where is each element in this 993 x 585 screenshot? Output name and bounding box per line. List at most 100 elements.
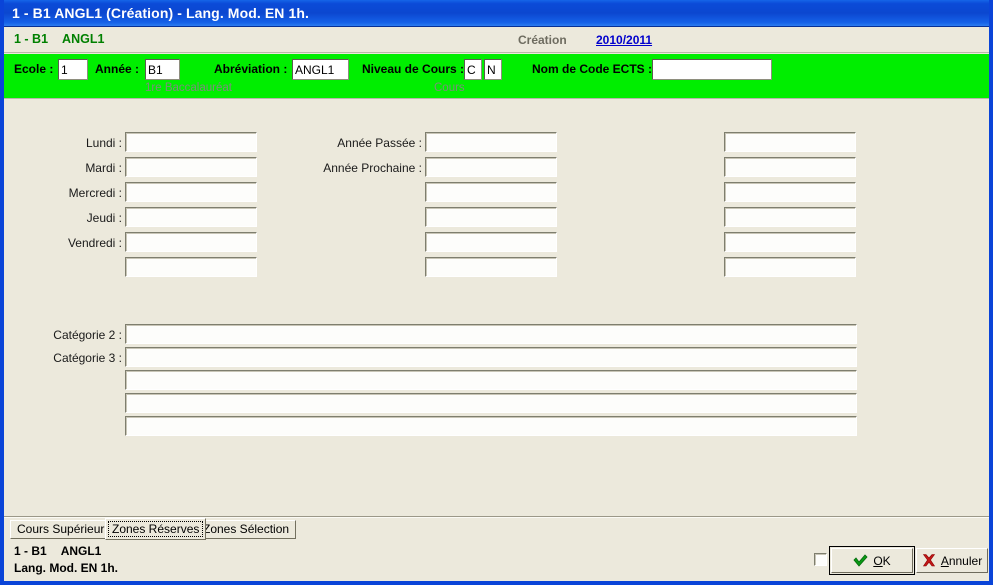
label-mardi: Mardi :	[85, 161, 122, 175]
input-categorie-4-field[interactable]	[126, 371, 856, 389]
input-abreviation[interactable]	[292, 59, 349, 80]
status-abbrev: ANGL1	[60, 544, 102, 558]
input-right-4-field[interactable]	[725, 208, 855, 226]
status-line-2: Lang. Mod. EN 1h.	[14, 561, 118, 575]
annee-description: 1re Baccalauréat	[145, 82, 232, 94]
label-niveau-de-cours: Niveau de Cours :	[362, 62, 465, 76]
ok-rest: K	[882, 553, 891, 568]
input-categorie-2-field[interactable]	[126, 325, 856, 343]
input-middle-3-field[interactable]	[426, 183, 556, 201]
input-lundi-field[interactable]	[126, 133, 256, 151]
input-middle-3[interactable]	[425, 182, 557, 202]
input-mercredi-field[interactable]	[126, 183, 256, 201]
input-right-5-field[interactable]	[725, 233, 855, 251]
input-categorie-2[interactable]	[125, 324, 857, 344]
input-nom-de-code-ects[interactable]	[652, 59, 772, 80]
record-code: 1 - B1	[14, 32, 49, 46]
input-middle-6[interactable]	[425, 257, 557, 277]
input-mardi-field[interactable]	[126, 158, 256, 176]
input-mardi[interactable]	[125, 157, 257, 177]
label-lundi: Lundi :	[85, 136, 122, 150]
input-right-4[interactable]	[724, 207, 856, 227]
input-annee[interactable]	[145, 59, 180, 80]
status-line-1: 1 - B1 ANGL1	[14, 544, 101, 558]
input-categorie-6-field[interactable]	[126, 417, 856, 435]
tab-zones-reserves[interactable]: Zones Réserves	[105, 518, 207, 540]
ok-accel: O	[873, 553, 883, 568]
label-annee-prochaine: Année Prochaine :	[323, 161, 422, 175]
school-year-link[interactable]: 2010/2011	[596, 33, 652, 47]
niveau-description: Cours	[434, 82, 465, 94]
input-right-6-field[interactable]	[725, 258, 855, 276]
cancel-button-label: Annuler	[941, 554, 982, 568]
input-categorie-4[interactable]	[125, 370, 857, 390]
input-right-6[interactable]	[724, 257, 856, 277]
input-categorie-5-field[interactable]	[126, 394, 856, 412]
input-annee-prochaine-field[interactable]	[426, 158, 556, 176]
x-icon	[922, 554, 936, 567]
input-jeudi-field[interactable]	[126, 208, 256, 226]
key-fields-band: Ecole : Année : 1re Baccalauréat Abrévia…	[4, 54, 989, 99]
input-annee-prochaine[interactable]	[425, 157, 557, 177]
label-annee: Année :	[95, 62, 140, 76]
record-identifier: 1 - B1 ANGL1	[14, 32, 104, 46]
title-bar: 1 - B1 ANGL1 (Création) - Lang. Mod. EN …	[4, 0, 989, 27]
cancel-button[interactable]: Annuler	[916, 548, 988, 573]
status-code: 1 - B1	[14, 544, 47, 558]
input-lundi[interactable]	[125, 132, 257, 152]
input-right-3[interactable]	[724, 182, 856, 202]
input-right-1-field[interactable]	[725, 133, 855, 151]
cancel-rest: nnuler	[948, 553, 983, 568]
label-mercredi: Mercredi :	[68, 186, 122, 200]
input-vendredi-field[interactable]	[126, 233, 256, 251]
tab-strip: Cours Supérieur Zones Réserves Zones Sél…	[4, 518, 989, 540]
form-pane: Lundi : Mardi : Mercredi : Jeudi : Vendr…	[4, 100, 989, 514]
input-middle-5[interactable]	[425, 232, 557, 252]
input-mercredi[interactable]	[125, 182, 257, 202]
input-categorie-6[interactable]	[125, 416, 857, 436]
label-categorie-3: Catégorie 3 :	[53, 351, 122, 365]
record-mode-label: Création	[518, 33, 567, 47]
tab-cours-superieur-label: Cours Supérieur	[17, 522, 105, 536]
input-niveau-de-cours-1[interactable]	[464, 59, 482, 80]
label-abreviation: Abréviation :	[214, 62, 288, 76]
input-right-3-field[interactable]	[725, 183, 855, 201]
label-categorie-2: Catégorie 2 :	[53, 328, 122, 342]
record-abbrev: ANGL1	[62, 32, 105, 46]
input-jour-extra[interactable]	[125, 257, 257, 277]
window-title: 1 - B1 ANGL1 (Création) - Lang. Mod. EN …	[12, 5, 310, 21]
record-info-bar: 1 - B1 ANGL1 Création 2010/2011	[4, 27, 989, 53]
label-ecole: Ecole :	[14, 62, 54, 76]
tab-focus-ring	[108, 521, 204, 537]
application-window: 1 - B1 ANGL1 (Création) - Lang. Mod. EN …	[0, 0, 993, 585]
input-middle-6-field[interactable]	[426, 258, 556, 276]
input-annee-passee[interactable]	[425, 132, 557, 152]
check-icon	[853, 554, 868, 567]
tab-cours-superieur[interactable]: Cours Supérieur	[10, 520, 112, 539]
tab-zones-selection[interactable]: Zones Sélection	[196, 520, 297, 539]
input-right-2-field[interactable]	[725, 158, 855, 176]
input-niveau-de-cours-2[interactable]	[484, 59, 502, 80]
label-annee-passee: Année Passée :	[337, 136, 422, 150]
cancel-accel: A	[940, 553, 949, 568]
label-nom-de-code-ects: Nom de Code ECTS :	[532, 62, 653, 76]
input-right-2[interactable]	[724, 157, 856, 177]
input-categorie-3[interactable]	[125, 347, 857, 367]
ok-button-label: OK	[873, 554, 890, 568]
input-middle-5-field[interactable]	[426, 233, 556, 251]
input-categorie-5[interactable]	[125, 393, 857, 413]
input-categorie-3-field[interactable]	[126, 348, 856, 366]
input-middle-4[interactable]	[425, 207, 557, 227]
input-right-5[interactable]	[724, 232, 856, 252]
input-middle-4-field[interactable]	[426, 208, 556, 226]
tab-zones-selection-label: Zones Sélection	[203, 522, 290, 536]
bottom-checkbox[interactable]	[814, 553, 827, 566]
input-vendredi[interactable]	[125, 232, 257, 252]
ok-button[interactable]: OK	[829, 546, 915, 575]
input-right-1[interactable]	[724, 132, 856, 152]
input-annee-passee-field[interactable]	[426, 133, 556, 151]
label-vendredi: Vendredi :	[67, 236, 122, 250]
input-ecole[interactable]	[58, 59, 88, 80]
input-jeudi[interactable]	[125, 207, 257, 227]
input-jour-extra-field[interactable]	[126, 258, 256, 276]
